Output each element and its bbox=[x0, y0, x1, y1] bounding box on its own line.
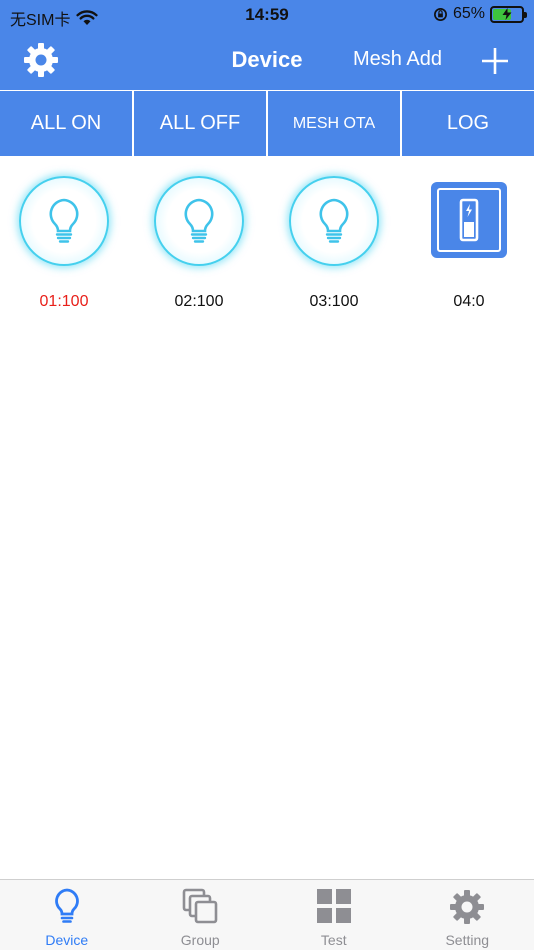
tab-label: Test bbox=[320, 932, 347, 948]
add-device-button[interactable] bbox=[481, 47, 509, 75]
log-button[interactable]: LOG bbox=[402, 91, 534, 156]
all-on-button[interactable]: ALL ON bbox=[0, 91, 132, 156]
device-item[interactable]: 04:0 bbox=[419, 176, 519, 316]
bulb-button[interactable] bbox=[289, 176, 379, 266]
status-right: 65% bbox=[433, 5, 527, 23]
battery-icon bbox=[490, 5, 527, 23]
tab-test[interactable]: Test bbox=[267, 880, 401, 950]
all-off-button[interactable]: ALL OFF bbox=[134, 91, 266, 156]
bulb-button[interactable] bbox=[19, 176, 109, 266]
header: 无SIM卡 14:59 65% Device Mesh Add bbox=[0, 0, 534, 90]
mesh-add-button[interactable]: Mesh Add bbox=[353, 48, 442, 71]
nav-bar: Device Mesh Add bbox=[0, 30, 534, 90]
tab-label: Device bbox=[45, 932, 89, 948]
device-label: 04:0 bbox=[453, 293, 485, 310]
status-bar: 无SIM卡 14:59 65% bbox=[0, 0, 534, 30]
bulb-icon bbox=[54, 888, 79, 923]
tab-label: Group bbox=[180, 932, 220, 948]
tab-device[interactable]: Device bbox=[0, 880, 134, 950]
tab-label: Setting bbox=[445, 932, 490, 948]
switch-icon bbox=[459, 198, 479, 242]
switch-button[interactable] bbox=[431, 182, 507, 258]
plus-icon bbox=[482, 48, 508, 74]
page-title: Device bbox=[231, 47, 303, 72]
battery-percent: 65% bbox=[452, 5, 485, 22]
device-label: 01:100 bbox=[39, 293, 89, 310]
device-item[interactable]: 02:100 bbox=[149, 176, 249, 316]
device-item[interactable]: 01:100 bbox=[14, 176, 114, 316]
bulb-button[interactable] bbox=[154, 176, 244, 266]
group-icon bbox=[182, 888, 218, 924]
mesh-ota-button[interactable]: MESH OTA bbox=[268, 91, 400, 156]
device-label: 02:100 bbox=[174, 293, 224, 310]
bulb-icon bbox=[319, 198, 349, 243]
device-item[interactable]: 03:100 bbox=[284, 176, 384, 316]
device-label: 03:100 bbox=[309, 293, 359, 310]
action-bar: ALL ON ALL OFF MESH OTA LOG bbox=[0, 91, 534, 156]
gear-icon bbox=[450, 890, 485, 924]
tab-group[interactable]: Group bbox=[134, 880, 268, 950]
bulb-icon bbox=[184, 198, 214, 243]
tab-setting[interactable]: Setting bbox=[401, 880, 534, 950]
bulb-icon bbox=[49, 198, 79, 243]
tab-bar: Device Group Test Setting bbox=[0, 879, 534, 950]
grid-icon bbox=[316, 889, 351, 923]
rotation-lock-icon bbox=[434, 7, 447, 21]
